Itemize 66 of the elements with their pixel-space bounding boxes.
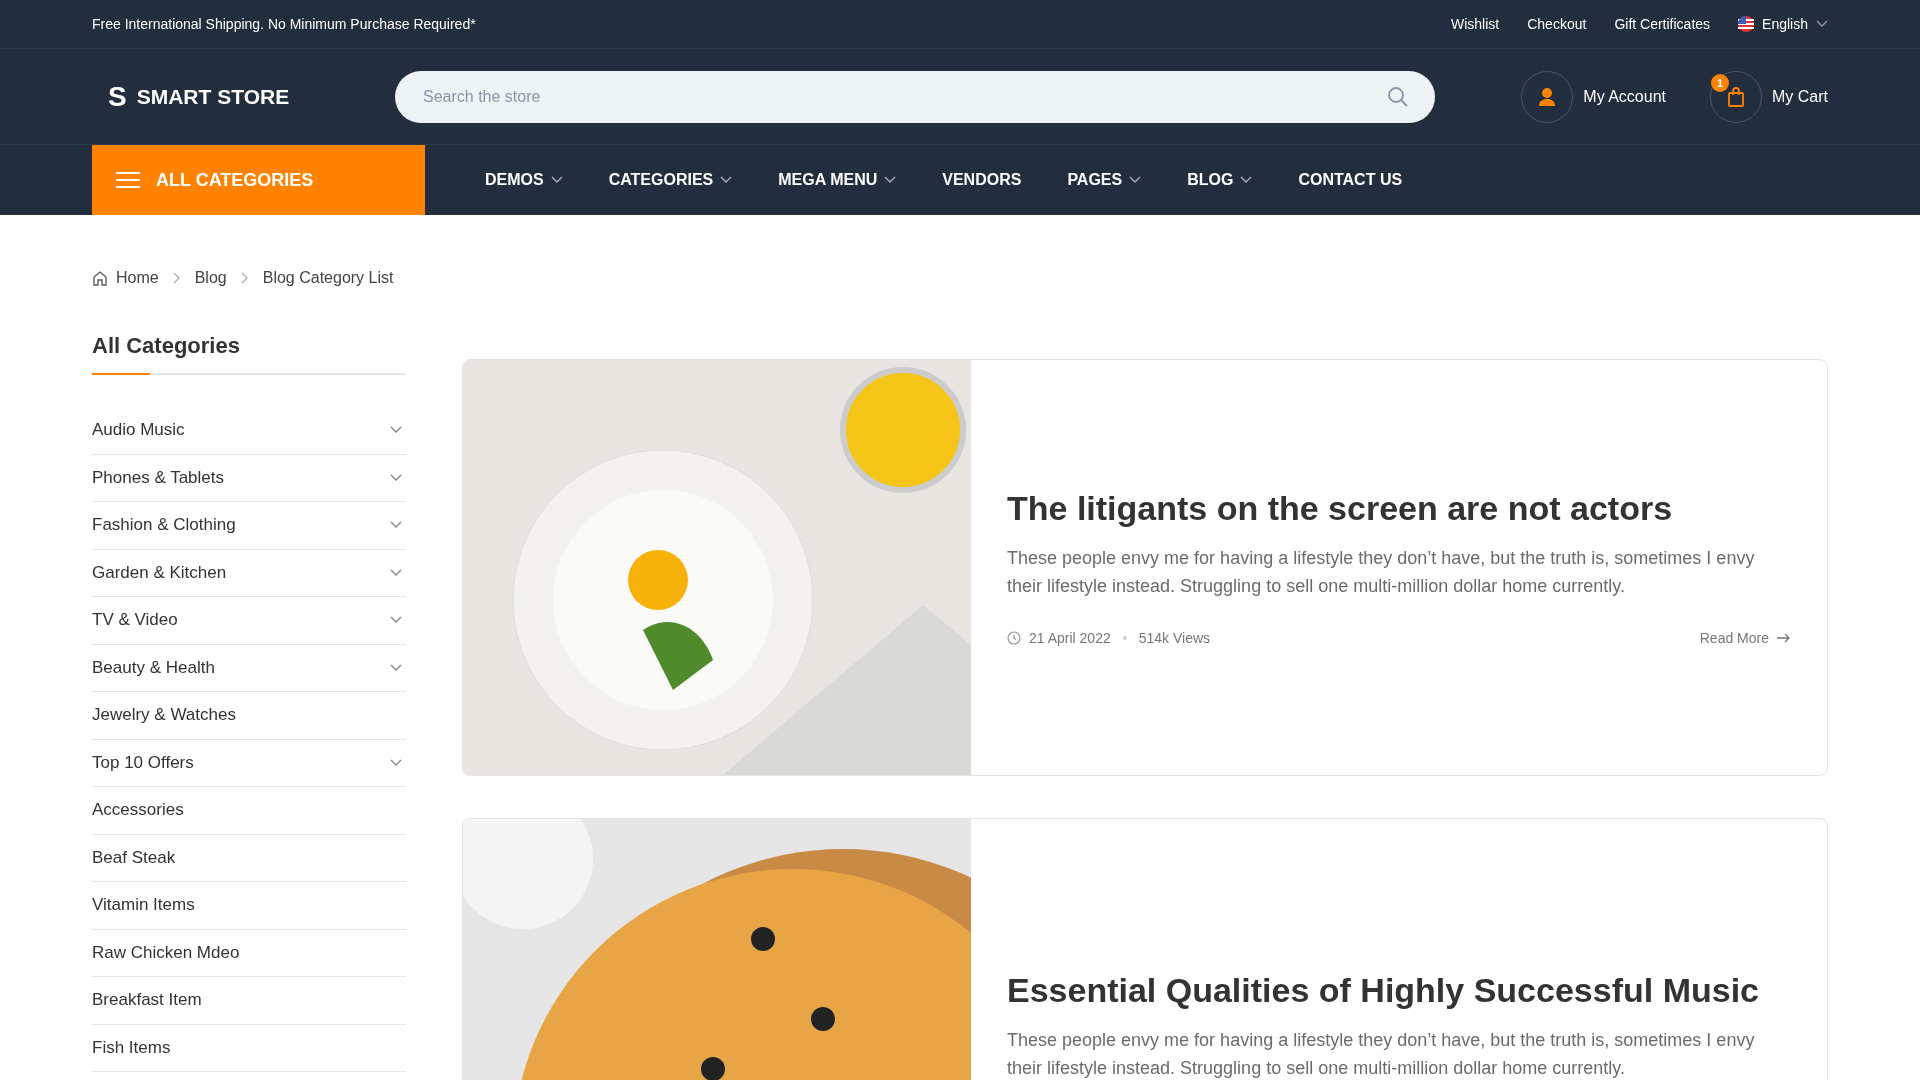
category-item[interactable]: Accessories	[92, 787, 406, 835]
chevron-down-icon	[720, 176, 733, 184]
arrow-right-icon	[1777, 633, 1791, 643]
user-icon	[1538, 86, 1557, 107]
post-title[interactable]: Essential Qualities of Highly Successful Music	[1007, 971, 1791, 1010]
category-item[interactable]: TV & Video	[92, 597, 406, 645]
post-title[interactable]: The litigants on the screen are not actors	[1007, 489, 1791, 528]
home-icon	[92, 270, 108, 286]
post-excerpt: These people envy me for having a lifestyle they don’t have, but the truth is, sometimes I envy their lifestyle instead. Struggling to sell one multi-million dollar home currently.	[1007, 547, 1756, 598]
cart-count-badge: 1	[1711, 73, 1729, 92]
chevron-down-icon	[1816, 20, 1828, 28]
top-link[interactable]: Checkout	[1527, 16, 1587, 32]
chevron-down-icon	[884, 176, 897, 184]
logo-text: SMART STORE	[136, 84, 290, 109]
menu-icon	[116, 171, 140, 189]
chevron-down-icon	[390, 758, 402, 767]
category-item[interactable]: Jewelry & Watches	[92, 692, 406, 740]
breadcrumb-link[interactable]: Blog	[194, 269, 227, 287]
top-link[interactable]: Wishlist	[1451, 16, 1500, 32]
nav-link[interactable]: CONTACT US	[1298, 171, 1403, 189]
chevron-down-icon	[550, 176, 563, 184]
read-more-link[interactable]: Read More	[1699, 630, 1791, 646]
account-link[interactable]: My Account	[1521, 70, 1666, 123]
chevron-down-icon	[390, 473, 402, 482]
category-item[interactable]: Phones & Tablets	[92, 454, 406, 502]
nav-link[interactable]: DEMOS	[485, 171, 563, 189]
chevron-right-icon	[172, 272, 181, 284]
category-item[interactable]: Beaf Steak	[92, 834, 406, 882]
cart-link[interactable]: 1 My Cart	[1710, 70, 1828, 123]
search-field[interactable]: Search the store	[395, 70, 1435, 123]
category-item[interactable]: Audio Music	[92, 407, 406, 455]
chevron-right-icon	[240, 272, 249, 284]
chevron-down-icon	[390, 426, 402, 435]
category-item[interactable]: Fashion & Clothing	[92, 502, 406, 550]
chevron-down-icon	[1240, 176, 1253, 184]
category-item[interactable]: Garden & Kitchen	[92, 549, 406, 597]
category-item[interactable]: Top 10 Offers	[92, 739, 406, 787]
sidebar-title: All Categories	[92, 333, 241, 359]
category-item[interactable]: Raw Chicken Mdeo	[92, 929, 406, 977]
nav-link[interactable]: BLOG	[1187, 171, 1253, 189]
nav-link[interactable]: CATEGORIES	[608, 171, 733, 189]
breadcrumb-current: Blog Category List	[262, 269, 394, 287]
clock-icon	[1007, 631, 1021, 645]
category-item[interactable]: Vitamin Items	[92, 882, 406, 930]
category-item[interactable]: Fish Items	[92, 1024, 406, 1072]
category-item[interactable]: Breakfast Item	[92, 977, 406, 1025]
chevron-down-icon	[390, 663, 402, 672]
chevron-down-icon	[390, 521, 402, 530]
search-icon[interactable]	[1387, 85, 1409, 108]
chevron-down-icon	[1129, 176, 1142, 184]
category-item[interactable]: Beauty & Health	[92, 644, 406, 692]
post-views: 514k Views	[1138, 630, 1211, 646]
top-link[interactable]: Gift Certificates	[1614, 16, 1711, 32]
nav-link[interactable]: PAGES	[1067, 171, 1142, 189]
breadcrumb-link[interactable]: Home	[116, 269, 159, 287]
chevron-down-icon	[390, 616, 402, 625]
nav-link[interactable]: VENDORS	[942, 171, 1022, 189]
nav-link[interactable]: MEGA MENU	[778, 171, 897, 189]
logo-mark: S	[108, 80, 127, 113]
chevron-down-icon	[390, 568, 402, 577]
post-date: 21 April 2022	[1029, 630, 1111, 646]
post-excerpt: These people envy me for having a lifestyle they don’t have, but the truth is, sometimes I envy their lifestyle instead. Struggling to sell one multi-million dollar home currently.	[1007, 1029, 1756, 1080]
language-selector[interactable]: English	[1738, 16, 1828, 32]
shopping-bag-icon	[1727, 85, 1745, 108]
flag-icon	[1738, 16, 1755, 32]
shipping-notice: Free International Shipping. No Minimum Purchase Required*	[92, 16, 476, 32]
